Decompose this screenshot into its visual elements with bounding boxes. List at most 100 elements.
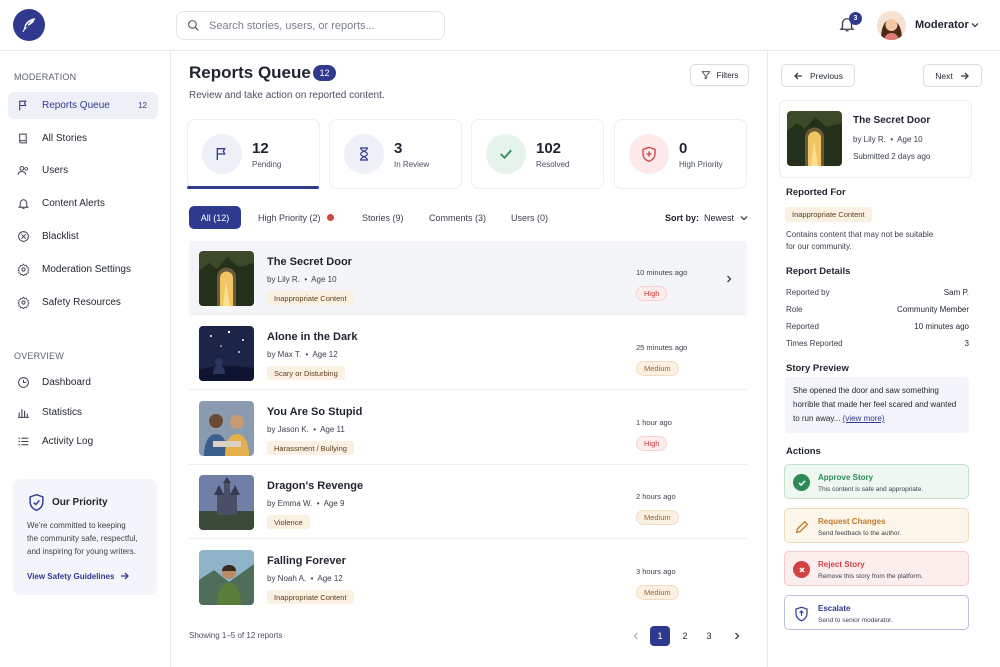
sidebar-heading-overview: OVERVIEW xyxy=(14,351,64,361)
reports-count-badge: 12 xyxy=(313,65,336,81)
report-details-heading: Report Details xyxy=(786,266,851,277)
previous-label: Previous xyxy=(809,70,844,81)
shield-icon xyxy=(793,605,810,622)
stat-value: 102 xyxy=(536,140,562,157)
table-row[interactable]: Falling Forever by Noah A. • Age 12 Inap… xyxy=(189,540,747,614)
report-title[interactable]: Alone in the Dark xyxy=(267,331,357,343)
stat-label: Pending xyxy=(252,160,282,169)
search-input[interactable] xyxy=(209,19,429,32)
report-title[interactable]: The Secret Door xyxy=(267,256,352,268)
table-row[interactable]: The Secret Door by Lily R. • Age 10 Inap… xyxy=(189,241,747,315)
sort-value: Newest xyxy=(704,213,735,223)
sidebar-item-label: Statistics xyxy=(42,407,83,418)
tab-stories[interactable]: Stories (9) xyxy=(362,206,404,229)
table-row[interactable]: Alone in the Dark by Max T. • Age 12 Sca… xyxy=(189,316,747,390)
sidebar-item-safety-resources[interactable]: Safety Resources xyxy=(8,289,158,316)
list-icon xyxy=(18,437,29,446)
sidebar-item-dashboard[interactable]: Dashboard xyxy=(8,369,158,396)
sort-dropdown[interactable]: Sort by: Newest xyxy=(665,213,749,223)
pagination-prev[interactable] xyxy=(626,626,646,646)
tab-comments[interactable]: Comments (3) xyxy=(429,206,486,229)
filter-icon xyxy=(701,71,711,80)
stat-value: 0 xyxy=(679,140,688,157)
reject-story-button[interactable]: Reject Story Remove this story from the … xyxy=(784,551,969,586)
pagination-next[interactable] xyxy=(727,626,747,646)
request-changes-button[interactable]: Request Changes Send feedback to the aut… xyxy=(784,508,969,543)
next-button[interactable]: Next xyxy=(923,64,982,87)
sidebar-item-content-alerts[interactable]: Content Alerts xyxy=(8,190,158,217)
report-title[interactable]: You Are So Stupid xyxy=(267,406,362,418)
priority-text-line: We're committed to keeping xyxy=(27,521,126,530)
severity-badge: Medium xyxy=(636,361,679,376)
severity-badge: High xyxy=(636,436,668,451)
pagination-page-2[interactable]: 2 xyxy=(675,626,695,646)
detail-value: Community Member xyxy=(896,305,969,314)
report-time: 25 minutes ago xyxy=(636,343,688,352)
arrow-right-icon xyxy=(960,72,969,79)
search-bar[interactable] xyxy=(176,11,445,40)
stat-card-pending[interactable]: 12 Pending xyxy=(187,119,320,189)
stat-card-in-review[interactable]: 3 In Review xyxy=(329,119,462,189)
report-reason-tag: Violence xyxy=(267,515,310,529)
table-row[interactable]: You Are So Stupid by Jason K. • Age 11 H… xyxy=(189,391,747,465)
tab-users[interactable]: Users (0) xyxy=(511,206,548,229)
detail-story-title: The Secret Door xyxy=(853,115,931,126)
users-icon xyxy=(17,165,28,175)
gear-icon xyxy=(17,296,30,309)
action-description: Remove this story from the platform. xyxy=(818,573,923,580)
view-safety-guidelines-link[interactable]: View Safety Guidelines xyxy=(27,571,130,581)
link-label: View Safety Guidelines xyxy=(27,571,115,581)
view-more-link[interactable]: (view more) xyxy=(843,414,885,423)
table-row[interactable]: Dragon's Revenge by Emma W. • Age 9 Viol… xyxy=(189,465,747,539)
report-title[interactable]: Dragon's Revenge xyxy=(267,480,363,492)
detail-key: Reported by xyxy=(786,288,830,297)
approve-story-button[interactable]: Approve Story This content is safe and a… xyxy=(784,464,969,499)
reported-for-description: for our community. xyxy=(786,242,852,251)
flag-icon xyxy=(202,134,242,174)
sidebar-item-blacklist[interactable]: Blacklist xyxy=(8,223,158,250)
arrow-right-icon xyxy=(121,572,130,580)
stat-card-resolved[interactable]: 102 Resolved xyxy=(471,119,604,189)
report-author: by Noah A. • Age 12 xyxy=(267,574,343,583)
sidebar-item-label: Safety Resources xyxy=(42,297,121,308)
sidebar-item-users[interactable]: Users xyxy=(8,157,158,184)
stat-card-high-priority[interactable]: 0 High Priority xyxy=(614,119,747,189)
app-logo[interactable] xyxy=(13,9,45,41)
story-summary-card: The Secret Door by Lily R. • Age 10 Subm… xyxy=(779,100,972,178)
detail-story-author: by Lily R. • Age 10 xyxy=(853,135,923,144)
avatar[interactable] xyxy=(877,11,906,40)
page-subtitle: Review and take action on reported conte… xyxy=(189,90,385,101)
sidebar-item-reports-queue[interactable]: Reports Queue 12 xyxy=(8,92,158,119)
stat-label: In Review xyxy=(394,160,430,169)
tab-label: High Priority (2) xyxy=(258,212,321,223)
report-reason-tag: Inappropriate Content xyxy=(267,590,354,604)
previous-button[interactable]: Previous xyxy=(781,64,855,87)
filters-button[interactable]: Filters xyxy=(690,64,749,86)
chevron-down-icon xyxy=(740,216,748,221)
sidebar-item-all-stories[interactable]: All Stories xyxy=(8,125,158,152)
sidebar-item-activity-log[interactable]: Activity Log xyxy=(8,428,158,455)
stat-label: High Priority xyxy=(679,160,723,169)
chevron-right-icon[interactable] xyxy=(724,274,734,284)
pagination-page-1[interactable]: 1 xyxy=(650,626,670,646)
report-title[interactable]: Falling Forever xyxy=(267,555,346,567)
report-author: by Jason K. • Age 11 xyxy=(267,425,345,434)
check-icon xyxy=(486,134,526,174)
sidebar-item-statistics[interactable]: Statistics xyxy=(8,399,158,426)
tab-all[interactable]: All (12) xyxy=(189,206,241,229)
report-author: by Max T. • Age 12 xyxy=(267,350,338,359)
report-time: 1 hour ago xyxy=(636,418,672,427)
tab-high-priority[interactable]: High Priority (2) xyxy=(258,206,334,229)
escalate-button[interactable]: Escalate Send to senior moderator. xyxy=(784,595,969,630)
pagination-page-3[interactable]: 3 xyxy=(699,626,719,646)
action-title: Approve Story xyxy=(818,473,874,482)
sidebar-item-label: All Stories xyxy=(42,133,88,144)
action-title: Request Changes xyxy=(818,517,886,526)
detail-value: 10 minutes ago xyxy=(914,322,969,331)
arrow-left-icon xyxy=(794,72,802,79)
close-icon xyxy=(793,561,810,578)
sidebar-item-moderation-settings[interactable]: Moderation Settings xyxy=(8,256,158,283)
chevron-down-icon[interactable] xyxy=(970,20,980,33)
chevron-left-icon xyxy=(633,632,638,640)
user-name[interactable]: Moderator xyxy=(915,19,969,31)
